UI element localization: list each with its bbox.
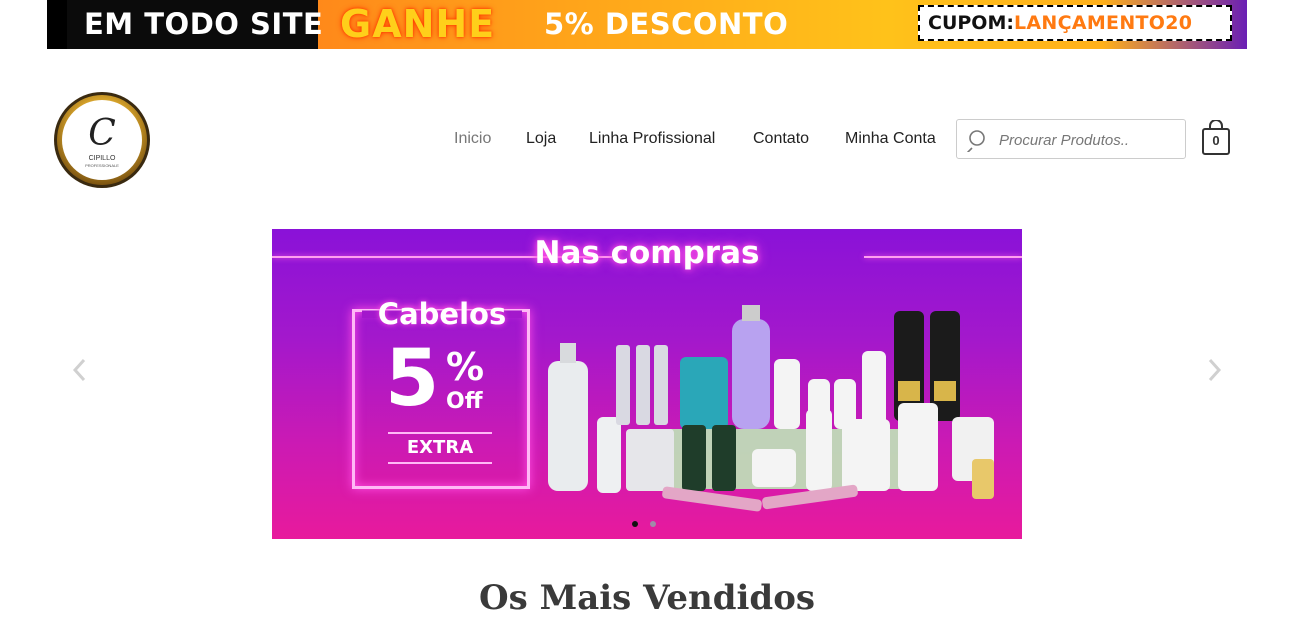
search-input[interactable] — [997, 126, 1181, 154]
promo-banner[interactable]: EM TODO SITE GANHE 5% DESCONTO CUPOM:LAN… — [47, 0, 1247, 49]
cart-button[interactable]: 0 — [1200, 119, 1232, 156]
product-search[interactable] — [956, 119, 1186, 159]
slider-prev-arrow-icon[interactable] — [70, 356, 90, 384]
coupon-code: LANÇAMENTO20 — [1013, 12, 1193, 34]
nav-item-loja[interactable]: Loja — [526, 126, 556, 152]
logo-emblem-icon: C CIPILLO PROFESSIONALE — [54, 92, 150, 188]
slider-dot-1[interactable] — [632, 521, 638, 527]
nav-item-inicio[interactable]: Inicio — [454, 126, 491, 152]
search-icon[interactable] — [967, 128, 991, 152]
promo-coupon-box: CUPOM:LANÇAMENTO20 — [918, 5, 1232, 41]
slider-next-arrow-icon[interactable] — [1204, 356, 1224, 384]
cart-count: 0 — [1212, 133, 1220, 148]
offer-extra-label: EXTRA — [388, 432, 492, 464]
best-sellers-title: Os Mais Vendidos — [478, 578, 816, 618]
offer-category: Cabelos — [362, 297, 522, 331]
nav-item-linha-profissional[interactable]: Linha Profissional — [589, 126, 715, 152]
slider-dot-2[interactable] — [650, 521, 656, 527]
hero-title: Nas compras — [534, 235, 760, 271]
offer-off-label: Off — [446, 389, 483, 414]
logo-sub: PROFESSIONALE — [85, 163, 119, 168]
logo-brand: CIPILLO — [89, 155, 116, 162]
promo-left-text: EM TODO SITE — [84, 7, 324, 41]
nav-item-contato[interactable]: Contato — [753, 126, 809, 152]
coupon-label: CUPOM: — [928, 12, 1014, 34]
nav-item-minha-conta[interactable]: Minha Conta — [845, 126, 936, 152]
product-bottles-image — [548, 305, 994, 512]
offer-number: 5 — [385, 334, 440, 424]
logo-mark: C — [88, 113, 116, 154]
promo-ganhe-text: GANHE — [340, 2, 496, 46]
hero-slide[interactable]: Nas compras Cabelos 5 % Off EXTRA — [272, 229, 1022, 539]
offer-percent-symbol: % — [446, 345, 485, 389]
site-logo[interactable]: C CIPILLO PROFESSIONALE — [52, 90, 152, 190]
promo-discount-text: 5% DESCONTO — [544, 7, 789, 41]
